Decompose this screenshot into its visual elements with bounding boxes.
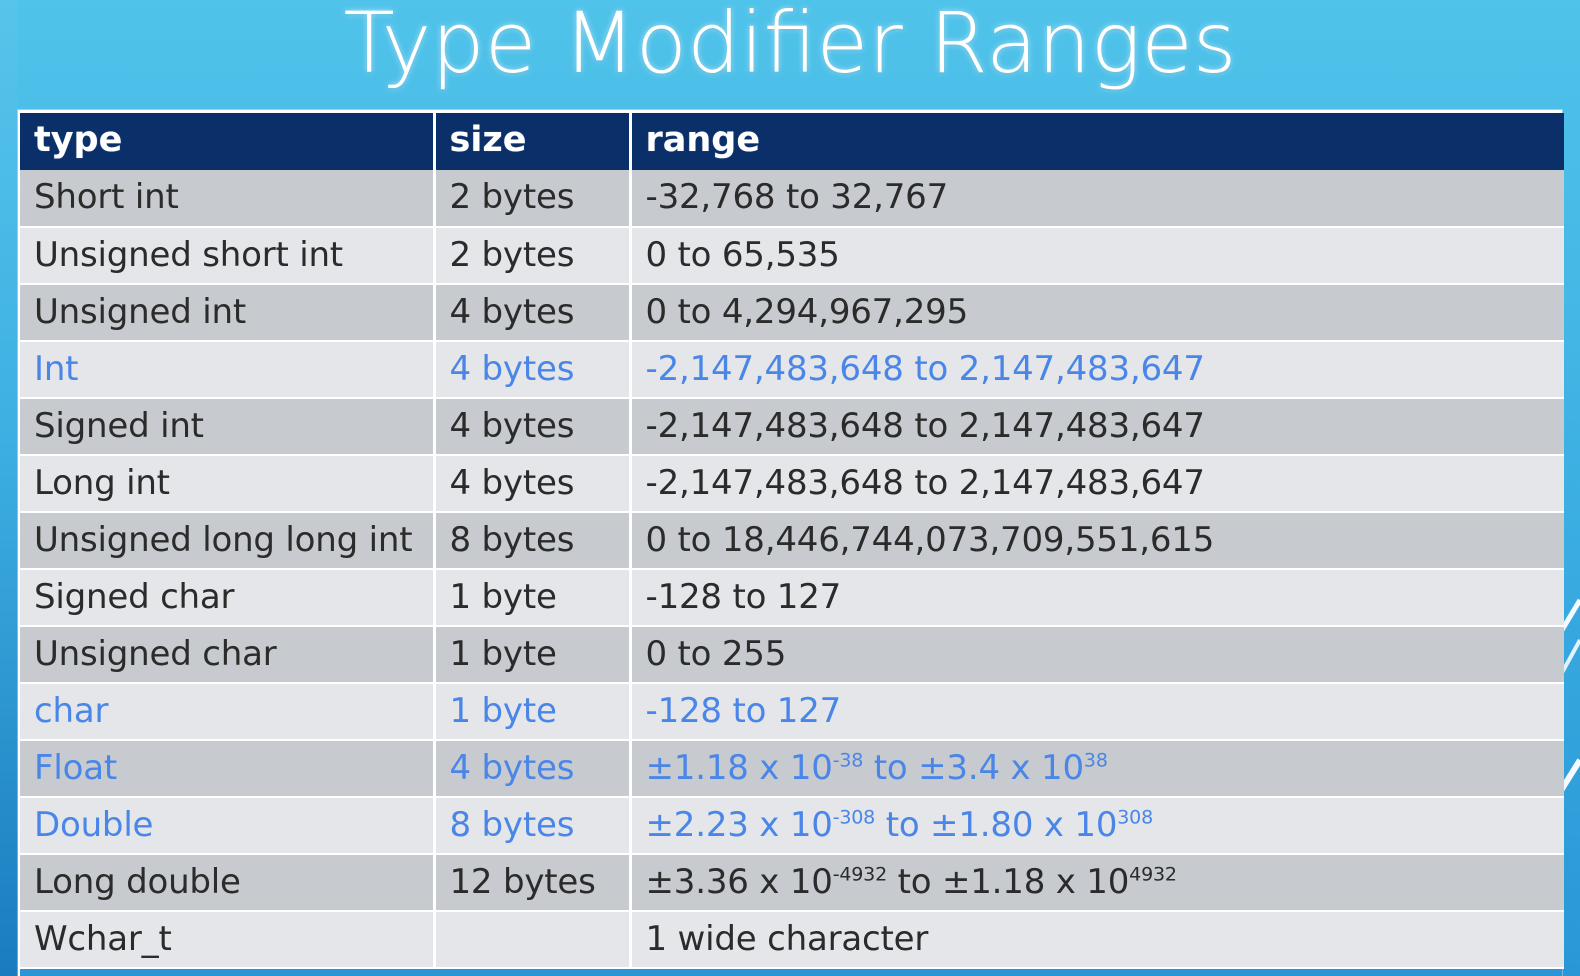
cell-type: Double bbox=[20, 797, 436, 855]
table-row: Unsigned short int 2 bytes 0 to 65,535 bbox=[20, 227, 1564, 285]
cell-type: Unsigned int bbox=[20, 284, 436, 342]
cell-range: 0 to 65,535 bbox=[630, 227, 1564, 285]
left-accent-stripe bbox=[0, 0, 18, 976]
cell-size: 8 bytes bbox=[434, 512, 632, 570]
cell-type: Float bbox=[20, 740, 436, 798]
cell-type: Unsigned long long int bbox=[20, 512, 436, 570]
cell-range: -2,147,483,648 to 2,147,483,647 bbox=[630, 398, 1564, 456]
cell-size: 4 bytes bbox=[434, 284, 632, 342]
cell-size: 4 bytes bbox=[434, 740, 632, 798]
cell-range: 0 to 255 bbox=[630, 626, 1564, 684]
cell-range: -2,147,483,648 to 2,147,483,647 bbox=[630, 455, 1564, 513]
table-row: Short int 2 bytes -32,768 to 32,767 bbox=[20, 170, 1564, 228]
cell-size bbox=[434, 911, 632, 969]
cell-size: 1 byte bbox=[434, 626, 632, 684]
cell-size: 2 bytes bbox=[434, 170, 632, 228]
cell-type: Unsigned short int bbox=[20, 227, 436, 285]
cell-size: 1 byte bbox=[434, 569, 632, 627]
table-row: Signed int 4 bytes -2,147,483,648 to 2,147… bbox=[20, 398, 1564, 456]
cell-size: 4 bytes bbox=[434, 455, 632, 513]
cell-size: 2 bytes bbox=[434, 227, 632, 285]
cell-type: Unsigned char bbox=[20, 626, 436, 684]
column-header-type: type bbox=[20, 113, 436, 170]
cell-type: Signed int bbox=[20, 398, 436, 456]
table-row: Unsigned long long int 8 bytes 0 to 18,446… bbox=[20, 512, 1564, 570]
table-row: Float 4 bytes ±1.18 x 10-38 to ±3.4 x 1038 bbox=[20, 740, 1564, 798]
table-row: Long int 4 bytes -2,147,483,648 to 2,147,4… bbox=[20, 455, 1564, 513]
cell-range: 0 to 4,294,967,295 bbox=[630, 284, 1564, 342]
cell-type: Long int bbox=[20, 455, 436, 513]
cell-type: Short int bbox=[20, 170, 436, 228]
cell-type: Wchar_t bbox=[20, 911, 436, 969]
table-row: Unsigned int 4 bytes 0 to 4,294,967,295 bbox=[20, 284, 1564, 342]
cell-range: ±1.18 x 10-38 to ±3.4 x 1038 bbox=[630, 740, 1564, 798]
cell-range: 0 to 18,446,744,073,709,551,615 bbox=[630, 512, 1564, 570]
column-header-range: range bbox=[630, 113, 1564, 170]
cell-range: -32,768 to 32,767 bbox=[630, 170, 1564, 228]
table-row: Signed char 1 byte -128 to 127 bbox=[20, 569, 1564, 627]
cell-type: Signed char bbox=[20, 569, 436, 627]
cell-range: 1 wide character bbox=[630, 911, 1564, 969]
table-row: Wchar_t 1 wide character bbox=[20, 911, 1564, 969]
cell-size: 1 byte bbox=[434, 683, 632, 741]
type-modifier-ranges-table: type size range Short int 2 bytes -32,768 … bbox=[18, 110, 1564, 976]
cell-range: -2,147,483,648 to 2,147,483,647 bbox=[630, 341, 1564, 399]
table-row: Long double 12 bytes ±3.36 x 10-4932 to ±1… bbox=[20, 854, 1564, 912]
table-row: Unsigned char 1 byte 0 to 255 bbox=[20, 626, 1564, 684]
cell-range: ±3.36 x 10-4932 to ±1.18 x 104932 bbox=[630, 854, 1564, 912]
table-header-row: type size range bbox=[20, 113, 1564, 170]
cell-size: 12 bytes bbox=[434, 854, 632, 912]
cell-type: Int bbox=[20, 341, 436, 399]
cell-size: 8 bytes bbox=[434, 797, 632, 855]
cell-size: 4 bytes bbox=[434, 341, 632, 399]
table-row: Int 4 bytes -2,147,483,648 to 2,147,483,64… bbox=[20, 341, 1564, 399]
cell-range: ±2.23 x 10-308 to ±1.80 x 10308 bbox=[630, 797, 1564, 855]
table-row: Double 8 bytes ±2.23 x 10-308 to ±1.80 x 1… bbox=[20, 797, 1564, 855]
table-row: char 1 byte -128 to 127 bbox=[20, 683, 1564, 741]
column-header-size: size bbox=[434, 113, 632, 170]
table-body: Short int 2 bytes -32,768 to 32,767 Unsigne… bbox=[20, 170, 1564, 969]
page-title: Type Modifier Ranges bbox=[343, 0, 1237, 92]
cell-size: 4 bytes bbox=[434, 398, 632, 456]
cell-type: Long double bbox=[20, 854, 436, 912]
cell-type: char bbox=[20, 683, 436, 741]
cell-range: -128 to 127 bbox=[630, 569, 1564, 627]
cell-range: -128 to 127 bbox=[630, 683, 1564, 741]
